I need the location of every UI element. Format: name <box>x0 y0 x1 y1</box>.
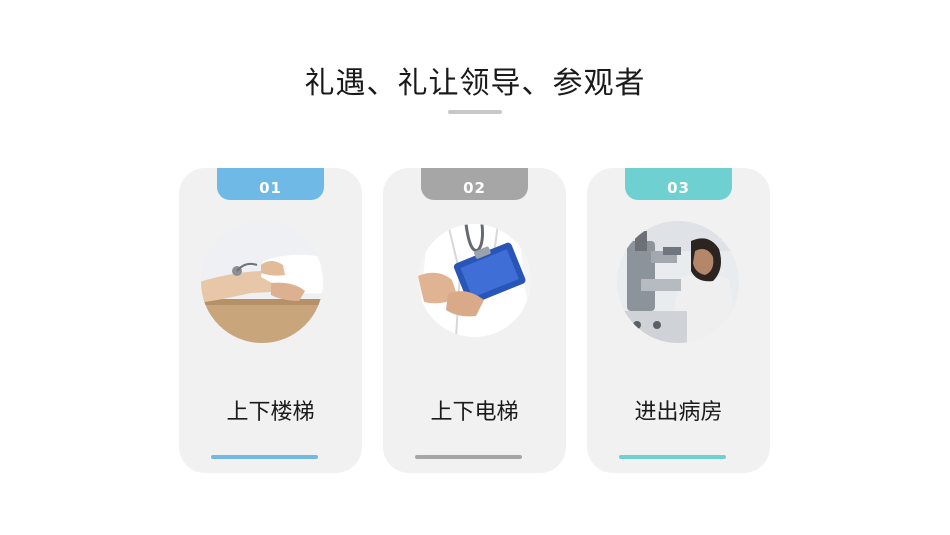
card-number-badge: 01 <box>217 168 324 200</box>
doctor-taking-pulse-photo <box>201 221 323 343</box>
title-underline <box>448 110 502 114</box>
page-title: 礼遇、礼让领导、参观者 <box>304 66 646 101</box>
card-label: 上下电梯 <box>430 400 519 425</box>
card-number-badge: 02 <box>421 168 528 200</box>
card-1: 01 上下楼梯 <box>179 168 362 473</box>
card-accent-bar <box>211 455 318 459</box>
card-3: 03 进出病房 <box>587 168 770 473</box>
card-label: 进出病房 <box>634 400 723 425</box>
doctor-with-clipboard-photo <box>418 224 531 337</box>
card-accent-bar <box>619 455 726 459</box>
card-number-badge: 03 <box>625 168 732 200</box>
card-2: 02 上下电梯 <box>383 168 566 473</box>
card-label: 上下楼梯 <box>226 400 315 425</box>
scientist-with-microscope-photo <box>617 221 739 343</box>
card-accent-bar <box>415 455 522 459</box>
